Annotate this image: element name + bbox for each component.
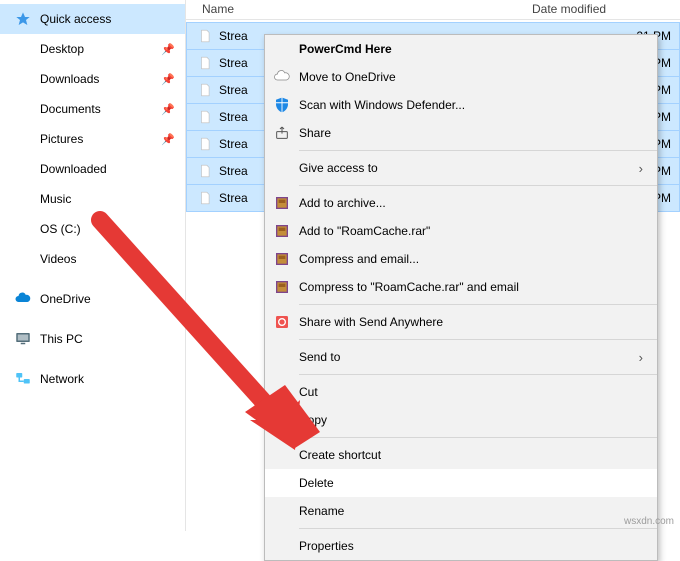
thispc-icon [14, 330, 32, 348]
sidebar-item-label: This PC [40, 332, 177, 346]
sidebar-item-label: Videos [40, 252, 177, 266]
file-icon [197, 55, 213, 71]
network-icon [14, 370, 32, 388]
onedrive-icon [14, 290, 32, 308]
pin-icon: 📌 [161, 103, 175, 116]
ctx-compress-roam[interactable]: Compress to "RoamCache.rar" and email [265, 273, 657, 301]
pin-icon: 📌 [161, 73, 175, 86]
videos-icon [14, 250, 32, 268]
ctx-add-archive[interactable]: Add to archive... [265, 189, 657, 217]
sidebar-thispc[interactable]: This PC [0, 324, 185, 354]
winrar-icon [265, 251, 299, 267]
cloud-icon [265, 68, 299, 86]
sendanywhere-icon [265, 314, 299, 330]
sidebar-network[interactable]: Network [0, 364, 185, 394]
ctx-share[interactable]: Share [265, 119, 657, 147]
sidebar-item-label: Downloads [40, 72, 153, 86]
file-icon [197, 136, 213, 152]
sidebar-item-label: OS (C:) [40, 222, 177, 236]
context-menu: PowerCmd Here Move to OneDrive Scan with… [264, 34, 658, 561]
winrar-icon [265, 279, 299, 295]
ctx-give-access[interactable]: Give access to › [265, 154, 657, 182]
star-icon [14, 10, 32, 28]
sidebar-item-music[interactable]: Music [0, 184, 185, 214]
pin-icon: 📌 [161, 133, 175, 146]
sidebar-item-downloads[interactable]: Downloads 📌 [0, 64, 185, 94]
ctx-separator [299, 339, 657, 340]
ctx-properties[interactable]: Properties [265, 532, 657, 560]
sidebar-item-desktop[interactable]: Desktop 📌 [0, 34, 185, 64]
ctx-add-roam[interactable]: Add to "RoamCache.rar" [265, 217, 657, 245]
ctx-create-shortcut[interactable]: Create shortcut [265, 441, 657, 469]
desktop-icon [14, 40, 32, 58]
share-icon [265, 125, 299, 141]
sidebar-quick-access[interactable]: Quick access [0, 4, 185, 34]
drive-icon [14, 220, 32, 238]
ctx-separator [299, 185, 657, 186]
file-icon [197, 82, 213, 98]
ctx-separator [299, 528, 657, 529]
chevron-right-icon: › [639, 161, 647, 176]
chevron-right-icon: › [639, 350, 647, 365]
pictures-icon [14, 130, 32, 148]
sidebar-item-downloaded[interactable]: Downloaded [0, 154, 185, 184]
ctx-separator [299, 437, 657, 438]
sidebar-item-label: Music [40, 192, 177, 206]
ctx-separator [299, 150, 657, 151]
sidebar-item-os[interactable]: OS (C:) [0, 214, 185, 244]
col-date-header[interactable]: Date modified [532, 2, 672, 16]
column-headers[interactable]: Name Date modified [186, 0, 680, 20]
sidebar: Quick access Desktop 📌 Downloads 📌 Docum… [0, 0, 186, 531]
ctx-compress-email[interactable]: Compress and email... [265, 245, 657, 273]
file-icon [197, 28, 213, 44]
sidebar-item-label: Downloaded [40, 162, 177, 176]
ctx-copy[interactable]: Copy [265, 406, 657, 434]
sidebar-item-label: Network [40, 372, 177, 386]
sidebar-onedrive[interactable]: OneDrive [0, 284, 185, 314]
file-icon [197, 163, 213, 179]
sidebar-item-label: Documents [40, 102, 153, 116]
folder-icon [14, 160, 32, 178]
ctx-powercmd[interactable]: PowerCmd Here [265, 35, 657, 63]
winrar-icon [265, 223, 299, 239]
ctx-separator [299, 374, 657, 375]
sidebar-label: Quick access [40, 12, 177, 26]
sidebar-item-videos[interactable]: Videos [0, 244, 185, 274]
downloads-icon [14, 70, 32, 88]
ctx-scan-defender[interactable]: Scan with Windows Defender... [265, 91, 657, 119]
sidebar-item-label: Desktop [40, 42, 153, 56]
sidebar-item-pictures[interactable]: Pictures 📌 [0, 124, 185, 154]
ctx-send-anywhere[interactable]: Share with Send Anywhere [265, 308, 657, 336]
ctx-send-to[interactable]: Send to › [265, 343, 657, 371]
winrar-icon [265, 195, 299, 211]
ctx-delete[interactable]: Delete [265, 469, 657, 497]
file-icon [197, 190, 213, 206]
file-icon [197, 109, 213, 125]
sidebar-item-label: OneDrive [40, 292, 177, 306]
pin-icon: 📌 [161, 43, 175, 56]
documents-icon [14, 100, 32, 118]
shield-icon [265, 96, 299, 114]
ctx-separator [299, 304, 657, 305]
col-name-header[interactable]: Name [202, 2, 532, 16]
music-icon [14, 190, 32, 208]
ctx-rename[interactable]: Rename [265, 497, 657, 525]
ctx-cut[interactable]: Cut [265, 378, 657, 406]
sidebar-item-label: Pictures [40, 132, 153, 146]
watermark: wsxdn.com [624, 516, 674, 527]
sidebar-item-documents[interactable]: Documents 📌 [0, 94, 185, 124]
ctx-move-onedrive[interactable]: Move to OneDrive [265, 63, 657, 91]
